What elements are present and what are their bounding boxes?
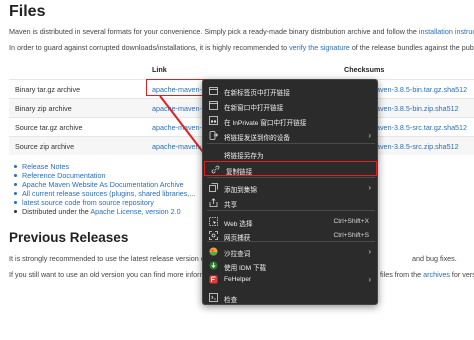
menu-separator xyxy=(207,210,375,211)
menu-item-label: FeHelper xyxy=(224,276,252,283)
shortcut-label: Ctrl+Shift+X xyxy=(333,218,369,225)
archive-type: Binary zip archive xyxy=(15,104,72,113)
menu-item-save-link-as[interactable]: 将链接另存为 xyxy=(203,146,379,161)
intro-text: Maven is distributed in several formats … xyxy=(9,27,417,36)
collections-icon xyxy=(209,183,218,192)
archives-link[interactable]: archives xyxy=(423,270,450,279)
inspect-icon xyxy=(209,293,218,302)
menu-item-fehelper[interactable]: FeHelper › xyxy=(203,272,379,287)
new-window-icon xyxy=(209,101,218,110)
saladict-icon xyxy=(209,247,218,256)
menu-item-label: 沙拉查词 xyxy=(224,251,251,258)
intro-paragraph-1: Maven is distributed in several formats … xyxy=(9,27,474,36)
menu-separator xyxy=(207,177,375,178)
page-title: Files xyxy=(9,3,46,20)
list-item[interactable]: Release Notes xyxy=(14,162,195,171)
resources-list: Release Notes Reference Documentation Ap… xyxy=(14,162,195,216)
license-link[interactable]: Apache License, version 2.0 xyxy=(90,207,180,216)
menu-item-copy-link[interactable]: 复制链接 xyxy=(204,161,377,176)
menu-item-label: 将链接另存为 xyxy=(224,153,264,160)
column-header-link: Link xyxy=(152,65,167,74)
previous-releases-heading: Previous Releases xyxy=(9,230,129,245)
menu-item-label: 共享 xyxy=(224,202,238,209)
archive-type: Source zip archive xyxy=(15,142,75,151)
menu-item-label: 在 InPrivate 窗口中打开链接 xyxy=(224,120,307,127)
menu-item-web-select[interactable]: Web 选择 Ctrl+Shift+X xyxy=(203,214,379,229)
column-header-checksums: Checksums xyxy=(344,65,385,74)
inprivate-icon xyxy=(209,116,218,125)
menu-item-saladict[interactable]: 沙拉查词 › xyxy=(203,244,379,259)
list-item[interactable]: Reference Documentation xyxy=(14,171,195,180)
archive-type: Binary tar.gz archive xyxy=(15,85,81,94)
menu-item-label: 使用 IDM 下载 xyxy=(224,265,267,272)
menu-item-label: 在新窗口中打开链接 xyxy=(224,105,284,112)
intro-text-tail: of the release bundles against the publi… xyxy=(351,43,474,52)
menu-item-open-inprivate[interactable]: 在 InPrivate 窗口中打开链接 xyxy=(203,113,379,128)
chevron-right-icon: › xyxy=(368,247,371,256)
chevron-right-icon: › xyxy=(368,131,371,140)
previous-paragraph-1-tail: and bug fixes. xyxy=(412,254,457,263)
menu-separator xyxy=(207,143,375,144)
new-tab-icon xyxy=(209,87,218,95)
intro-text: In order to guard against corrupted down… xyxy=(9,43,288,52)
menu-item-inspect[interactable]: 检查 xyxy=(203,290,379,305)
menu-item-send-to-device[interactable]: 将链接发送到你的设备 › xyxy=(203,128,379,143)
menu-item-add-to-collections[interactable]: 添加到集锦 › xyxy=(203,180,379,195)
chevron-right-icon: › xyxy=(368,275,371,284)
list-item[interactable]: All current release sources (plugins, sh… xyxy=(14,189,195,198)
previous-text: files from the xyxy=(380,270,422,279)
chevron-right-icon: › xyxy=(368,183,371,192)
previous-paragraph-1: It is strongly recommended to use the la… xyxy=(9,254,205,263)
menu-item-idm-download[interactable]: 使用 IDM 下载 xyxy=(203,258,379,273)
send-device-icon xyxy=(209,131,218,140)
previous-paragraph-2: If you still want to use an old version … xyxy=(9,270,206,279)
intro-paragraph-2: In order to guard against corrupted down… xyxy=(9,43,474,52)
menu-item-label: 将链接发送到你的设备 xyxy=(224,135,290,142)
table-header: Link Checksums xyxy=(9,62,474,79)
previous-paragraph-2-tail: files from the archives for versions xyxy=(380,270,474,279)
fehelper-icon xyxy=(209,275,218,284)
copy-link-icon xyxy=(211,165,220,174)
share-icon xyxy=(209,198,218,207)
menu-item-label: 在新标签页中打开链接 xyxy=(224,90,290,97)
menu-item-open-new-window[interactable]: 在新窗口中打开链接 xyxy=(203,98,379,113)
context-menu: 在新标签页中打开链接 在新窗口中打开链接 在 InPrivate 窗口中打开链接… xyxy=(202,79,378,305)
menu-item-label: 检查 xyxy=(224,297,238,304)
menu-separator xyxy=(207,241,375,242)
installation-link[interactable]: installation instruct xyxy=(419,27,474,36)
license-prefix: Distributed under the xyxy=(22,207,89,216)
list-item-license: Distributed under the Apache License, ve… xyxy=(14,207,195,216)
menu-item-open-new-tab[interactable]: 在新标签页中打开链接 xyxy=(203,83,379,98)
archive-type: Source tar.gz archive xyxy=(15,123,83,132)
menu-item-label: Web 选择 xyxy=(224,221,253,228)
menu-item-share[interactable]: 共享 xyxy=(203,195,379,210)
shortcut-label: Ctrl+Shift+S xyxy=(333,232,369,239)
web-capture-icon xyxy=(209,231,218,240)
list-item[interactable]: Apache Maven Website As Documentation Ar… xyxy=(14,180,195,189)
web-select-icon xyxy=(209,217,218,226)
idm-icon xyxy=(209,261,218,270)
menu-item-label: 复制链接 xyxy=(226,169,253,176)
menu-item-label: 添加到集锦 xyxy=(224,187,257,194)
previous-text: for versions xyxy=(451,270,474,279)
list-item[interactable]: latest source code from source repositor… xyxy=(14,198,195,207)
verify-signature-link[interactable]: verify the signature xyxy=(289,43,350,52)
